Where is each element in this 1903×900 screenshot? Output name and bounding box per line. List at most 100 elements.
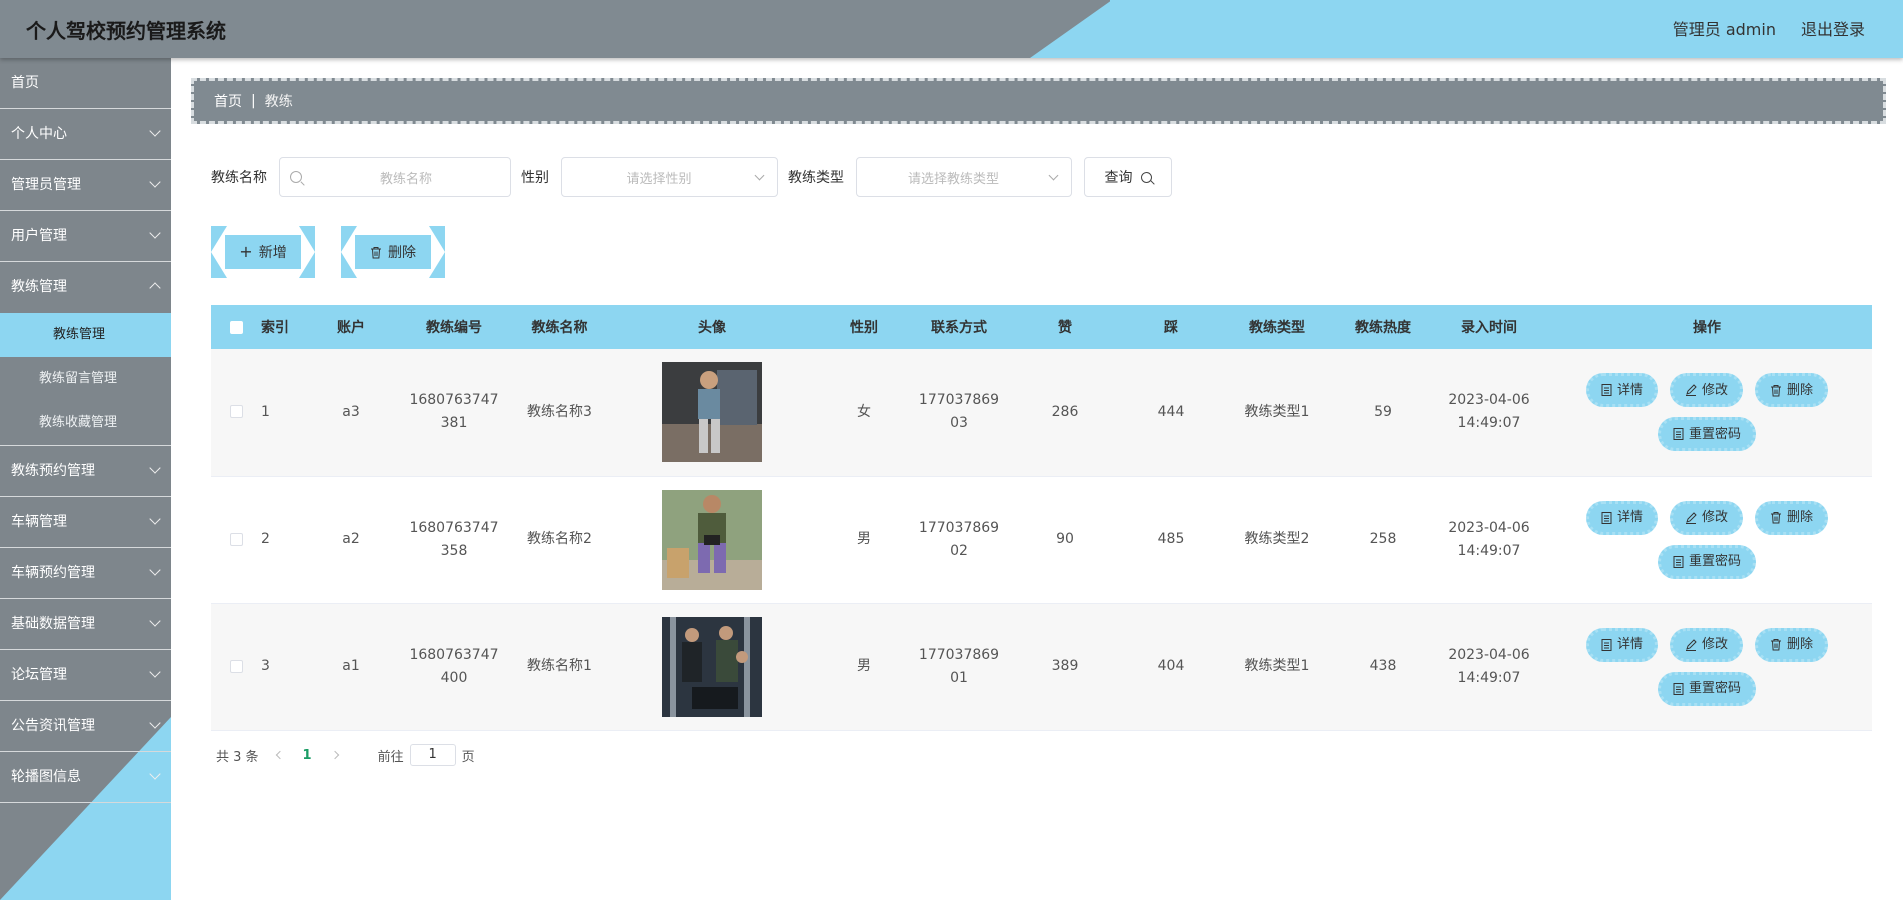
- search-icon: [1140, 171, 1152, 183]
- cell-time-text: 2023-04-06 14:49:07: [1448, 392, 1530, 432]
- reset-password-button[interactable]: 重置密码: [1657, 671, 1756, 706]
- col-header-avatar: 头像: [602, 305, 822, 349]
- sidebar-item-user-management[interactable]: 用户管理: [0, 211, 171, 262]
- chevron-down-icon: [149, 615, 161, 627]
- sidebar-item-vehicle-management[interactable]: 车辆管理: [0, 497, 171, 548]
- coach-name-input[interactable]: 教练名称: [279, 157, 511, 197]
- chevron-down-icon: [149, 513, 161, 525]
- sidebar-item-coach-management[interactable]: 教练管理: [0, 262, 171, 313]
- sidebar-item-label: 用户管理: [11, 228, 67, 244]
- cell-type-text: 教练类型1: [1244, 658, 1310, 674]
- pagination-total: 共 3 条: [216, 749, 259, 765]
- coach-avatar-image[interactable]: [662, 362, 762, 463]
- gender-select[interactable]: 请选择性别: [561, 157, 778, 197]
- detail-button[interactable]: 详情: [1585, 373, 1658, 408]
- row-delete-button[interactable]: 删除: [1755, 500, 1829, 535]
- edit-button[interactable]: 修改: [1669, 627, 1743, 662]
- sidebar-item-home[interactable]: 首页: [0, 58, 171, 109]
- coach-type-placeholder: 请选择教练类型: [907, 171, 999, 187]
- col-header-gender: 性别: [822, 305, 906, 349]
- pagination-goto-prefix: 前往: [377, 749, 404, 765]
- cell-heat: 438: [1330, 603, 1436, 731]
- coach-name-label: 教练名称: [211, 170, 267, 186]
- breadcrumb-home[interactable]: 首页: [214, 91, 242, 111]
- coach-type-select[interactable]: 请选择教练类型: [856, 157, 1072, 197]
- cell-index-text: 3: [261, 658, 270, 674]
- trash-icon: [371, 246, 381, 258]
- cell-code-text: 1680763747381: [409, 392, 499, 432]
- gender-label: 性别: [521, 170, 549, 186]
- edit-button[interactable]: 修改: [1669, 373, 1743, 408]
- edit-icon: [1685, 638, 1697, 651]
- sidebar-item-vehicle-booking[interactable]: 车辆预约管理: [0, 548, 171, 599]
- cell-heat: 59: [1330, 349, 1436, 477]
- col-header-likes: 赞: [1012, 305, 1118, 349]
- detail-button[interactable]: 详情: [1585, 500, 1658, 535]
- cell-account: a2: [311, 476, 391, 604]
- chevron-down-icon: [149, 666, 161, 678]
- cell-actions: 详情 修改 删除 重置密码: [1542, 603, 1872, 731]
- pagination-page-current[interactable]: 1: [303, 748, 312, 763]
- row-checkbox[interactable]: [229, 405, 243, 419]
- sidebar-item-admin-management[interactable]: 管理员管理: [0, 160, 171, 211]
- detail-button[interactable]: 详情: [1585, 627, 1658, 662]
- sidebar-item-carousel[interactable]: 轮播图信息: [0, 752, 171, 803]
- cell-type: 教练类型1: [1224, 349, 1330, 477]
- row-checkbox[interactable]: [229, 659, 243, 673]
- cell-phone: 17703786901: [906, 603, 1012, 731]
- row-checkbox[interactable]: [229, 532, 243, 546]
- main-content: 首页 | 教练 教练名称 教练名称 性别 请选择性别 教练类型 请选择教练类型 …: [171, 58, 1903, 900]
- chevron-left-icon[interactable]: [275, 750, 284, 760]
- cell-gender: 女: [822, 349, 906, 477]
- cell-gender: 男: [822, 476, 906, 604]
- sidebar-item-label: 车辆预约管理: [11, 565, 95, 581]
- coach-avatar-image[interactable]: [662, 489, 762, 590]
- row-select-cell: [211, 349, 261, 477]
- chevron-down-icon: [754, 170, 765, 180]
- add-button[interactable]: + 新增: [211, 226, 315, 278]
- cell-name-text: 教练名称2: [527, 531, 592, 547]
- logout-link[interactable]: 退出登录: [1801, 16, 1865, 40]
- sidebar-subitem-coach-management[interactable]: 教练管理: [0, 313, 171, 357]
- sidebar-item-coach-booking[interactable]: 教练预约管理: [0, 446, 171, 497]
- plus-icon: +: [239, 242, 253, 261]
- row-delete-button[interactable]: 删除: [1755, 627, 1829, 662]
- coach-avatar-image[interactable]: [662, 616, 762, 717]
- breadcrumb: 首页 | 教练: [191, 78, 1886, 124]
- reset-password-button-label: 重置密码: [1688, 426, 1741, 442]
- sidebar-item-forum[interactable]: 论坛管理: [0, 650, 171, 701]
- button-decoration: [429, 226, 445, 278]
- row-delete-button-label: 删除: [1787, 510, 1814, 525]
- chevron-right-icon[interactable]: [330, 750, 339, 760]
- select-all-checkbox[interactable]: [229, 320, 243, 334]
- cell-type: 教练类型1: [1224, 603, 1330, 731]
- breadcrumb-current: 教练: [264, 94, 293, 110]
- sidebar-subitem-coach-messages[interactable]: 教练留言管理: [0, 357, 171, 401]
- pagination-goto-input[interactable]: 1: [409, 744, 456, 766]
- row-delete-button[interactable]: 删除: [1755, 373, 1829, 408]
- chevron-down-icon: [149, 768, 161, 780]
- cell-index-text: 1: [261, 403, 270, 420]
- delete-button-body: 删除: [355, 235, 431, 269]
- sidebar-subitem-coach-favorites[interactable]: 教练收藏管理: [0, 401, 171, 445]
- cell-account-text: a1: [342, 658, 360, 674]
- sidebar-item-label: 教练预约管理: [11, 463, 95, 479]
- chevron-down-icon: [149, 176, 161, 188]
- cell-name-text: 教练名称3: [527, 403, 592, 420]
- reset-password-button[interactable]: 重置密码: [1657, 544, 1756, 579]
- row-actions: 详情 修改 删除 重置密码: [1577, 373, 1837, 452]
- sidebar-item-base-data[interactable]: 基础数据管理: [0, 599, 171, 650]
- detail-button-label: 详情: [1616, 382, 1643, 398]
- delete-button[interactable]: 删除: [341, 226, 445, 278]
- document-icon: [1601, 511, 1612, 524]
- cell-time: 2023-04-06 14:49:07: [1436, 603, 1542, 731]
- cell-actions: 详情 修改 删除 重置密码: [1542, 476, 1872, 604]
- sidebar-item-announcements[interactable]: 公告资讯管理: [0, 701, 171, 752]
- edit-button-label: 修改: [1701, 637, 1728, 652]
- cell-dislikes: 444: [1118, 349, 1224, 477]
- query-button[interactable]: 查询: [1084, 157, 1172, 197]
- trash-icon: [1771, 384, 1781, 397]
- edit-button[interactable]: 修改: [1669, 500, 1743, 535]
- reset-password-button[interactable]: 重置密码: [1657, 417, 1756, 452]
- sidebar-item-personal-center[interactable]: 个人中心: [0, 109, 171, 160]
